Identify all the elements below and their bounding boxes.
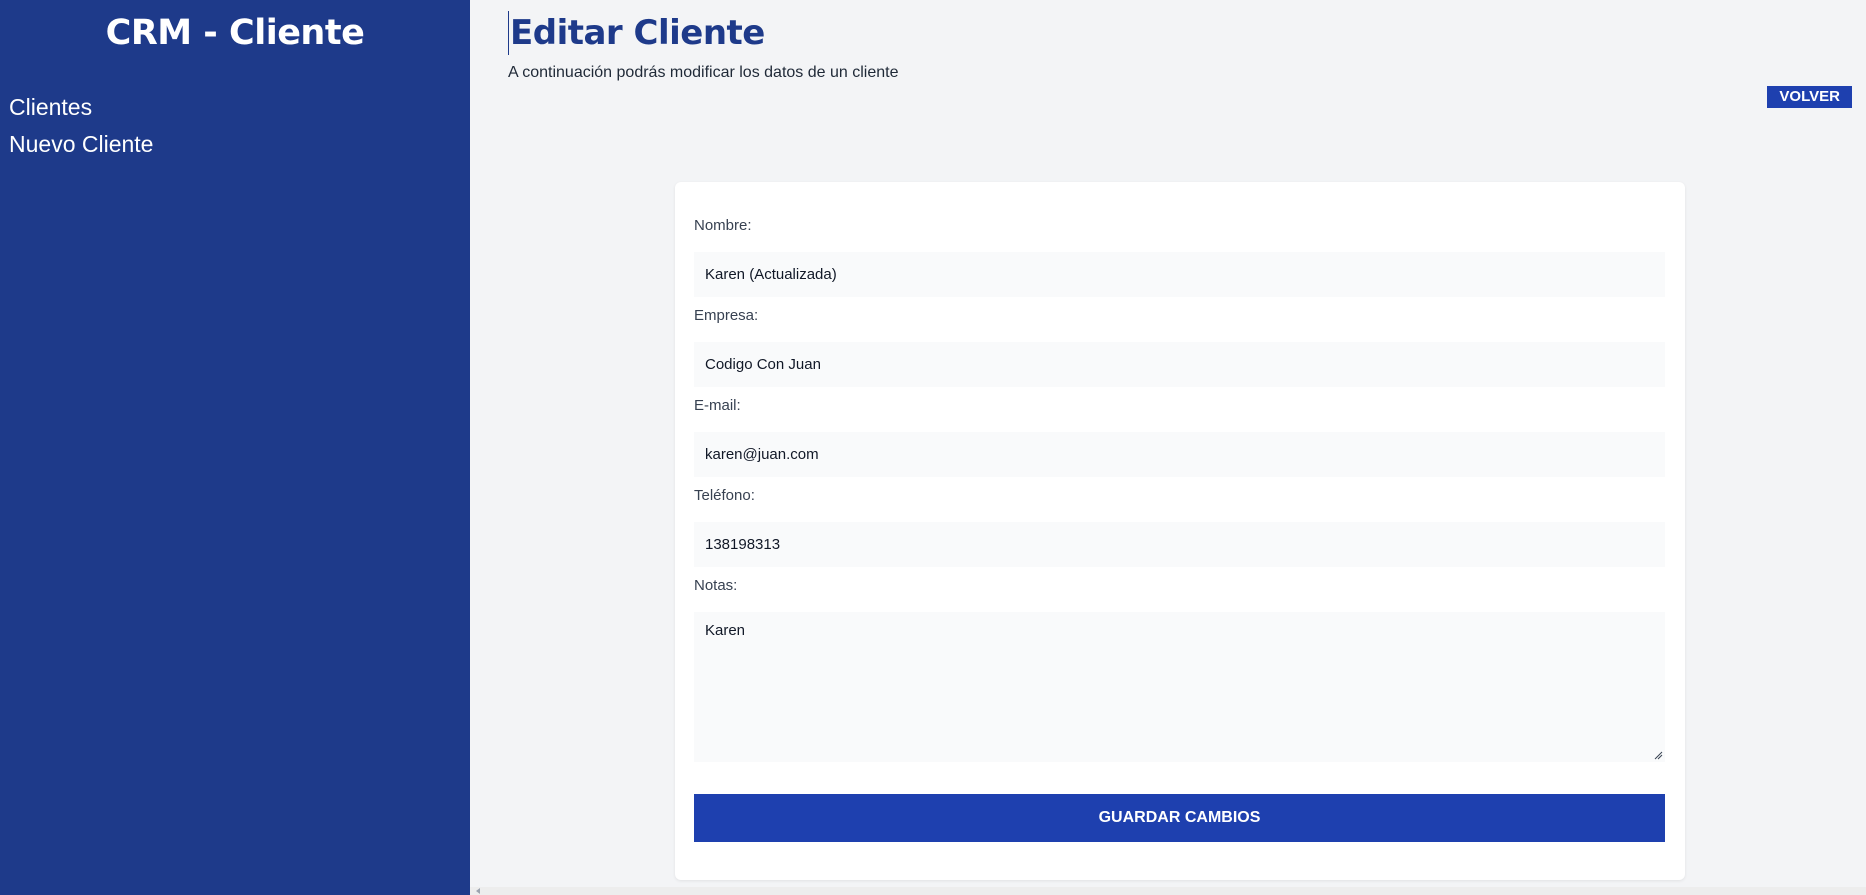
- page-title: Editar Cliente: [508, 11, 765, 55]
- nombre-field-group: Nombre: Karen (Actualizada): [694, 216, 1665, 297]
- horizontal-scrollbar[interactable]: [470, 887, 1866, 895]
- notas-field-group: Notas: Karen: [694, 576, 1665, 762]
- telefono-input[interactable]: 138198313: [694, 522, 1665, 567]
- resize-grip-icon[interactable]: [1653, 750, 1663, 760]
- sidebar: CRM - Cliente Clientes Nuevo Cliente: [0, 0, 470, 895]
- empresa-input[interactable]: Codigo Con Juan: [694, 342, 1665, 387]
- nombre-label: Nombre:: [694, 217, 752, 234]
- main-content: Editar Cliente A continuación podrás mod…: [470, 0, 1866, 895]
- page-subtitle: A continuación podrás modificar los dato…: [508, 64, 899, 81]
- notas-value: Karen: [705, 622, 746, 639]
- email-input[interactable]: karen@juan.com: [694, 432, 1665, 477]
- email-label: E-mail:: [694, 397, 741, 414]
- scroll-left-arrow-icon[interactable]: [476, 888, 480, 894]
- sidebar-item-nuevo-cliente[interactable]: Nuevo Cliente: [9, 126, 470, 163]
- empresa-field-group: Empresa: Codigo Con Juan: [694, 306, 1665, 387]
- telefono-field-group: Teléfono: 138198313: [694, 486, 1665, 567]
- edit-client-form: Nombre: Karen (Actualizada) Empresa: Cod…: [675, 182, 1685, 880]
- notas-textarea[interactable]: Karen: [694, 612, 1665, 762]
- back-button[interactable]: VOLVER: [1767, 86, 1852, 108]
- nombre-input[interactable]: Karen (Actualizada): [694, 252, 1665, 297]
- save-changes-button[interactable]: GUARDAR CAMBIOS: [694, 794, 1665, 842]
- empresa-label: Empresa:: [694, 307, 759, 324]
- sidebar-nav: Clientes Nuevo Cliente: [0, 89, 470, 163]
- sidebar-item-clientes[interactable]: Clientes: [9, 89, 470, 126]
- notas-label: Notas:: [694, 577, 738, 594]
- email-field-group: E-mail: karen@juan.com: [694, 396, 1665, 477]
- telefono-label: Teléfono:: [694, 487, 755, 504]
- brand-title: CRM - Cliente: [105, 13, 365, 53]
